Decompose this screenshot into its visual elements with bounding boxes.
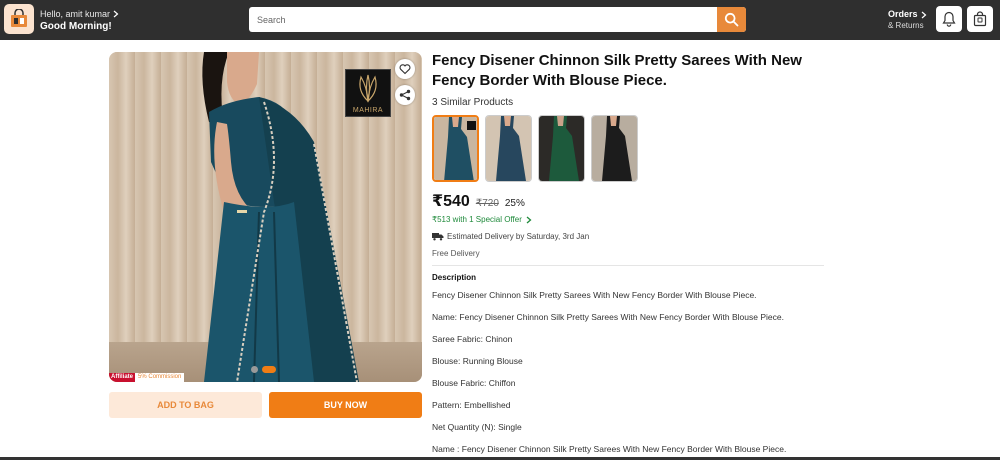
search-bar xyxy=(249,7,746,32)
shopping-bag-logo-icon xyxy=(11,9,27,27)
thumbnail-image xyxy=(592,116,637,181)
carousel-dot-active[interactable] xyxy=(262,366,276,373)
orders-label: Orders xyxy=(888,9,918,19)
orders-returns-link[interactable]: Orders & Returns xyxy=(888,9,927,31)
description-line: Fency Disener Chinnon Silk Pretty Sarees… xyxy=(432,290,757,300)
notifications-button[interactable] xyxy=(936,6,962,32)
free-delivery-text: Free Delivery xyxy=(432,249,480,258)
description-line: Name : Fency Disener Chinnon Silk Pretty… xyxy=(432,444,787,454)
product-title: Fency Disener Chinnon Silk Pretty Sarees… xyxy=(432,52,802,89)
estimated-delivery: Estimated Delivery by Saturday, 3rd Jan xyxy=(432,232,589,241)
bell-icon xyxy=(942,11,956,27)
search-input[interactable] xyxy=(249,7,717,32)
section-divider xyxy=(432,265,824,266)
greeting-subtitle: Good Morning! xyxy=(40,21,112,32)
carousel-dots xyxy=(251,366,276,373)
brand-logo-text: MAHIRA xyxy=(352,107,384,114)
delivery-text: Estimated Delivery by Saturday, 3rd Jan xyxy=(447,232,590,241)
description-line: Blouse: Running Blouse xyxy=(432,356,523,366)
product-image-carousel[interactable]: MAHIRA Affiliate 5% Commission xyxy=(109,52,422,382)
carousel-dot[interactable] xyxy=(251,366,258,373)
description-line: Pattern: Embellished xyxy=(432,400,511,410)
special-offer-link[interactable]: ₹513 with 1 Special Offer xyxy=(432,215,532,224)
truck-icon xyxy=(432,233,444,241)
description-line: Saree Fabric: Chinon xyxy=(432,334,513,344)
offer-text: ₹513 with 1 Special Offer xyxy=(432,215,522,224)
affiliate-tag: Affiliate xyxy=(109,373,136,382)
lotus-leaf-icon xyxy=(359,74,377,103)
original-price: ₹720 xyxy=(475,198,499,209)
top-nav-bar: Hello, amit kumar Good Morning! Orders &… xyxy=(0,0,1000,40)
search-button[interactable] xyxy=(717,7,746,32)
shopping-bag-button[interactable] xyxy=(967,6,993,32)
description-line: Name: Fency Disener Chinnon Silk Pretty … xyxy=(432,312,784,322)
thumbnail-image xyxy=(539,116,584,181)
description-heading: Description xyxy=(432,273,477,282)
similar-products-label: 3 Similar Products xyxy=(432,97,514,108)
app-logo[interactable] xyxy=(4,4,34,34)
thumbnail-variant-3[interactable] xyxy=(538,115,585,182)
thumbnail-image xyxy=(486,116,531,181)
commission-text: 5% Commission xyxy=(135,373,185,382)
description-line: Net Quantity (N): Single xyxy=(432,422,522,432)
greeting-text: Hello, amit kumar xyxy=(40,9,111,19)
thumbnail-variant-1[interactable] xyxy=(432,115,479,182)
search-icon xyxy=(724,12,739,27)
shopping-bag-icon xyxy=(973,11,987,27)
chevron-right-icon xyxy=(526,216,532,223)
chevron-right-icon xyxy=(921,11,926,18)
selling-price: ₹540 xyxy=(432,193,470,210)
thumbnail-variant-4[interactable] xyxy=(591,115,638,182)
share-button[interactable] xyxy=(395,85,415,105)
share-icon xyxy=(399,89,411,101)
returns-label: & Returns xyxy=(888,21,924,30)
user-greeting[interactable]: Hello, amit kumar Good Morning! xyxy=(40,8,119,33)
brand-logo-mahira: MAHIRA xyxy=(345,69,391,117)
discount-percent: 25% xyxy=(504,198,525,209)
buy-now-button[interactable]: BUY NOW xyxy=(269,392,422,418)
similar-products-thumbnails xyxy=(432,115,638,182)
affiliate-badge: Affiliate 5% Commission xyxy=(109,373,185,382)
chevron-right-icon xyxy=(113,10,119,18)
thumbnail-variant-2[interactable] xyxy=(485,115,532,182)
price-row: ₹540 ₹720 25% xyxy=(432,191,525,211)
thumbnail-image xyxy=(434,117,477,180)
heart-icon xyxy=(399,64,411,75)
description-line: Blouse Fabric: Chiffon xyxy=(432,378,516,388)
wishlist-button[interactable] xyxy=(395,59,415,79)
add-to-bag-button[interactable]: ADD TO BAG xyxy=(109,392,262,418)
